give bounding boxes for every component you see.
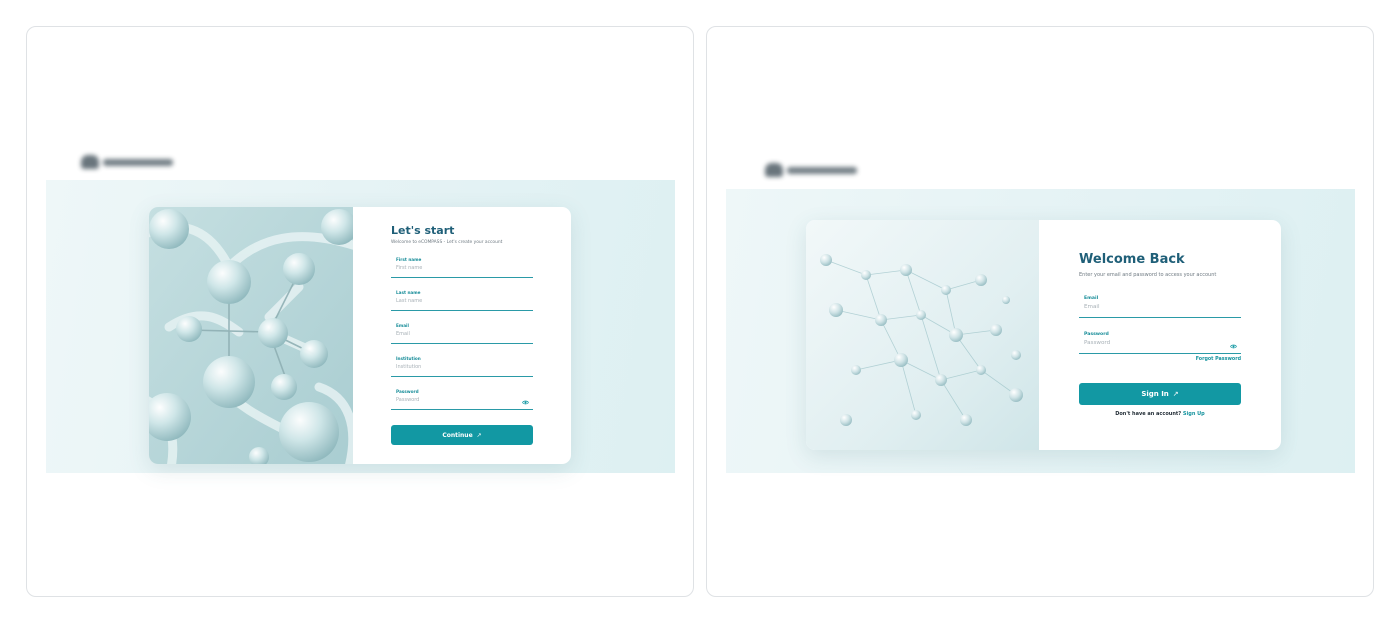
- signin-title: Welcome Back: [1079, 252, 1185, 267]
- password-field[interactable]: Password: [391, 386, 533, 410]
- logo-mark-icon: [765, 163, 783, 177]
- molecule-image: [149, 207, 353, 464]
- logo-mark-icon: [81, 155, 99, 169]
- email-input[interactable]: [1084, 302, 1236, 311]
- signup-card: Let's start Welcome to eCOMPASS - Let's …: [149, 207, 571, 464]
- sign-up-link[interactable]: Sign Up: [1183, 411, 1205, 417]
- signup-subtitle: Welcome to eCOMPASS - Let's create your …: [391, 240, 503, 245]
- signin-card: Welcome Back Enter your email and passwo…: [806, 220, 1281, 450]
- first-name-input[interactable]: [396, 263, 528, 272]
- signin-screen-frame: Welcome Back Enter your email and passwo…: [706, 26, 1374, 597]
- signin-subtitle: Enter your email and password to access …: [1079, 272, 1217, 278]
- forgot-password-link[interactable]: Forgot Password: [1079, 357, 1241, 362]
- eye-icon[interactable]: [522, 400, 529, 405]
- continue-button[interactable]: Continue ↗: [391, 425, 533, 445]
- email-input[interactable]: [396, 329, 528, 338]
- password-input[interactable]: [396, 395, 528, 404]
- last-name-field[interactable]: Last name: [391, 287, 533, 311]
- sign-in-button[interactable]: Sign In ↗: [1079, 383, 1241, 405]
- email-field[interactable]: Email: [1079, 293, 1241, 318]
- logo-wordmark: [787, 166, 857, 174]
- brand-logo: [765, 163, 857, 177]
- password-field[interactable]: Password: [1079, 329, 1241, 354]
- logo-wordmark: [103, 158, 173, 166]
- eye-icon[interactable]: [1230, 344, 1237, 349]
- signup-prompt: Don't have an account? Sign Up: [1079, 411, 1241, 417]
- signin-form: Welcome Back Enter your email and passwo…: [1039, 220, 1281, 450]
- email-field[interactable]: Email: [391, 320, 533, 344]
- continue-button-label: Continue: [442, 431, 473, 439]
- network-image: [806, 220, 1039, 450]
- first-name-field[interactable]: First name: [391, 254, 533, 278]
- sign-in-button-label: Sign In: [1141, 390, 1169, 398]
- signup-screen-frame: Let's start Welcome to eCOMPASS - Let's …: [26, 26, 694, 597]
- signup-title: Let's start: [391, 224, 455, 237]
- arrow-up-right-icon: ↗: [476, 431, 482, 439]
- no-account-text: Don't have an account?: [1115, 411, 1182, 417]
- institution-field[interactable]: Institution: [391, 353, 533, 377]
- molecule-illustration: [149, 207, 353, 464]
- password-input[interactable]: [1084, 338, 1236, 347]
- last-name-input[interactable]: [396, 296, 528, 305]
- network-illustration: [806, 220, 1039, 450]
- institution-input[interactable]: [396, 362, 528, 371]
- arrow-up-right-icon: ↗: [1172, 390, 1179, 398]
- signup-form: Let's start Welcome to eCOMPASS - Let's …: [353, 207, 571, 464]
- brand-logo: [81, 155, 173, 169]
